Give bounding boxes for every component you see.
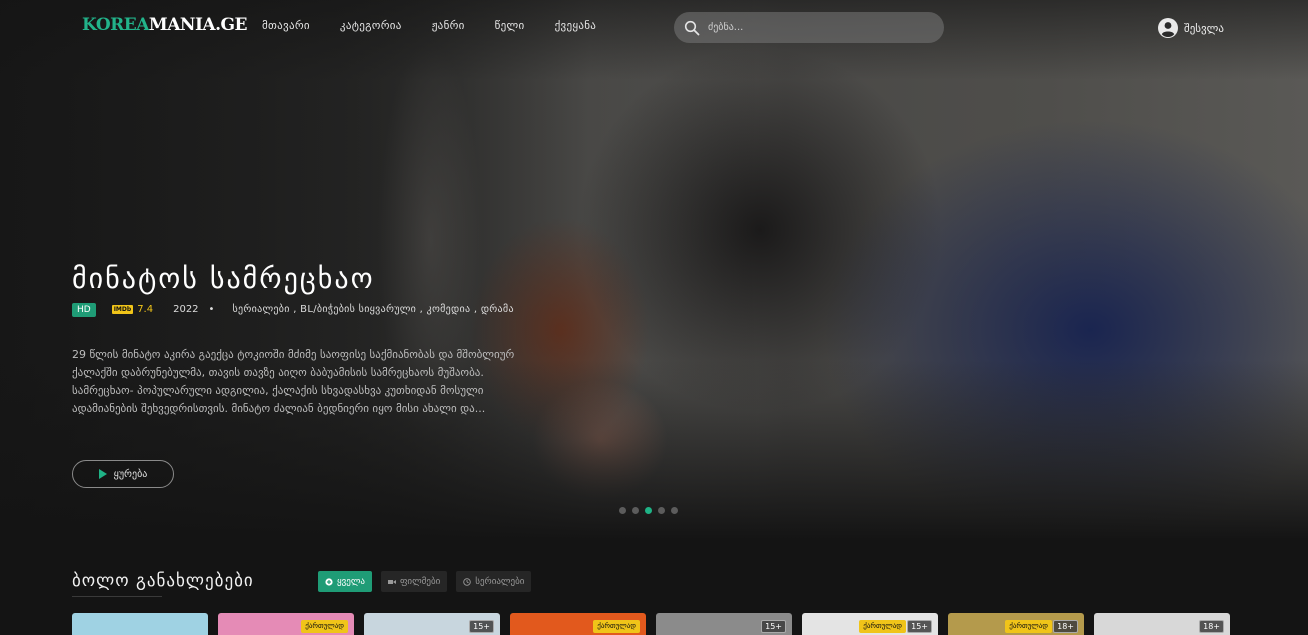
quality-badge: HD: [72, 302, 96, 317]
nav-genre[interactable]: ჟანრი: [432, 19, 465, 32]
latest-updates-title: ბოლო განახლებები: [72, 571, 254, 591]
age-rating-badge: 15+: [469, 620, 494, 633]
release-year: 2022: [173, 304, 199, 315]
hero-title: მინატოს სამრეცხაო: [72, 262, 375, 295]
hero-meta: HD IMDb 7.4 2022 • სერიალები , BL/ბიჭების სიყ…: [72, 301, 542, 319]
filter-movies-label: ფილმები: [400, 576, 441, 587]
header: KOREAMANIA.GE მთავარი კატეგორია ჟანრი წე…: [0, 0, 1308, 56]
watch-button[interactable]: ყურება: [72, 460, 174, 488]
nav-home[interactable]: მთავარი: [262, 19, 310, 32]
filter-all-label: ყველა: [337, 576, 365, 587]
nav-country[interactable]: ქვეყანა: [555, 19, 597, 32]
language-badge: ქართულად: [859, 620, 906, 633]
language-badge: ქართულად: [1005, 620, 1052, 633]
site-logo[interactable]: KOREAMANIA.GE: [82, 15, 248, 35]
movie-card[interactable]: [72, 613, 208, 635]
movie-card[interactable]: ქართულად: [510, 613, 646, 635]
logo-part-korea: KOREA: [82, 15, 149, 35]
age-rating-badge: 18+: [1199, 620, 1224, 633]
slide-dot[interactable]: [619, 507, 626, 514]
movie-card[interactable]: 18+: [1094, 613, 1230, 635]
login-label: შესვლა: [1184, 21, 1224, 35]
movie-card[interactable]: 15+: [364, 613, 500, 635]
filter-all[interactable]: ყველა: [318, 571, 372, 592]
search-bar[interactable]: [674, 12, 944, 43]
imdb-rating: 7.4: [137, 304, 154, 315]
login-button[interactable]: შესვლა: [1158, 18, 1224, 38]
video-camera-icon: [388, 578, 396, 586]
watch-label: ყურება: [113, 468, 148, 480]
slide-dot[interactable]: [671, 507, 678, 514]
nav-year[interactable]: წელი: [495, 19, 525, 32]
filter-series-label: სერიალები: [475, 576, 525, 587]
slide-dot[interactable]: [645, 507, 652, 514]
search-input[interactable]: [708, 22, 928, 33]
meta-separator: •: [208, 304, 215, 315]
latest-cards: ქართულად 15+ ქართულად 15+ ქართულად 15+ ქართულა…: [72, 613, 1230, 635]
clock-icon: [463, 577, 472, 586]
title-underline: [72, 596, 162, 597]
filter-tabs: ყველა ფილმები სერიალები: [318, 571, 532, 592]
plus-circle-icon: [325, 577, 333, 586]
slide-dot[interactable]: [632, 507, 639, 514]
logo-part-mania: MANIA.GE: [148, 15, 248, 35]
main-nav: მთავარი კატეგორია ჟანრი წელი ქვეყანა: [262, 19, 626, 32]
movie-card[interactable]: ქართულად: [218, 613, 354, 635]
hero-description: 29 წლის მინატო აკირა გაექცა ტოკიოში მძიმ…: [72, 348, 515, 415]
slider-dots: [619, 507, 678, 514]
language-badge: ქართულად: [301, 620, 348, 633]
nav-category[interactable]: კატეგორია: [340, 19, 402, 32]
age-rating-badge: 15+: [907, 620, 932, 633]
age-rating-badge: 15+: [761, 620, 786, 633]
genre-list[interactable]: სერიალები , BL/ბიჭების სიყვარული , კომედ…: [232, 304, 513, 315]
movie-card[interactable]: ქართულად 15+: [802, 613, 938, 635]
search-icon[interactable]: [684, 20, 700, 36]
play-icon: [98, 469, 107, 479]
imdb-logo-icon: IMDb: [111, 305, 134, 314]
language-badge: ქართულად: [593, 620, 640, 633]
movie-card[interactable]: ქართულად 18+: [948, 613, 1084, 635]
user-avatar-icon: [1158, 18, 1178, 38]
slide-dot[interactable]: [658, 507, 665, 514]
filter-series[interactable]: სერიალები: [456, 571, 532, 592]
filter-movies[interactable]: ფილმები: [381, 571, 448, 592]
age-rating-badge: 18+: [1053, 620, 1078, 633]
movie-card[interactable]: 15+: [656, 613, 792, 635]
